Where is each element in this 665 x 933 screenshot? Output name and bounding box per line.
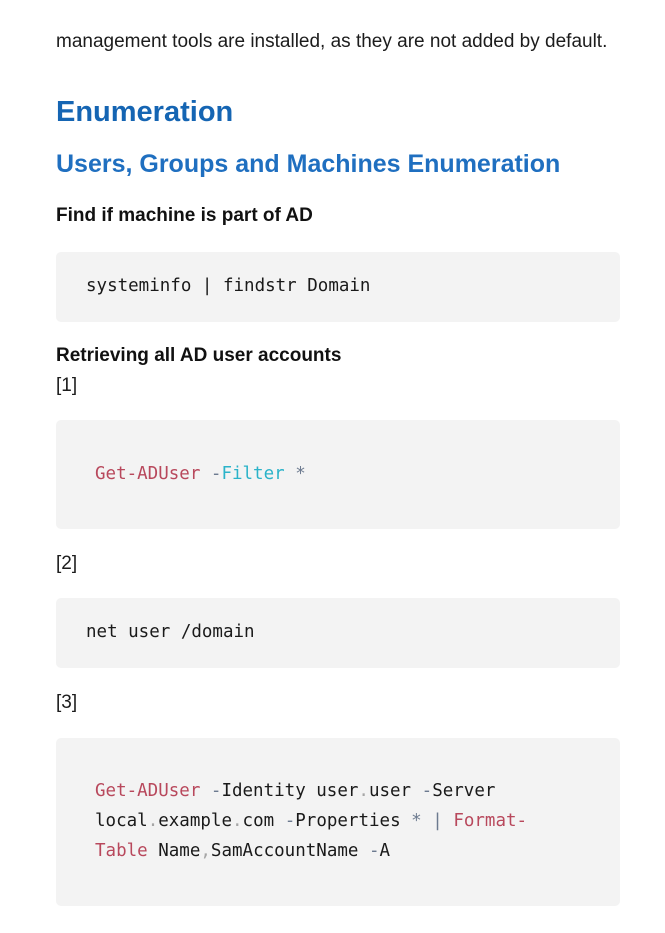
code-token-dash: -: [200, 781, 222, 801]
code-token-dot: .: [147, 811, 159, 831]
code-token-dash: -: [200, 464, 222, 484]
code-token-dot: .: [232, 811, 243, 831]
code-token-text: user: [368, 781, 422, 801]
code-token-text: A: [379, 841, 391, 861]
code-token-operator: * |: [411, 811, 454, 831]
code-token-cmdlet: Get-ADUser: [95, 464, 201, 484]
code-block-net-user[interactable]: net user /domain: [56, 598, 620, 668]
code-token-cmdlet: Table: [95, 841, 148, 861]
code-token-text: Server: [432, 781, 496, 801]
code-token-dash: -: [284, 811, 296, 831]
code-token-text: Properties: [295, 811, 412, 831]
code-block-systeminfo[interactable]: systeminfo | findstr Domain: [56, 252, 620, 322]
code-token-text: SamAccountName: [210, 841, 369, 861]
code-token-operator: *: [284, 464, 306, 484]
code-token-cmdlet: Format-: [453, 811, 528, 831]
code-line-2: local.example.com -Properties * | Format…: [95, 806, 527, 836]
code-token-cmdlet: Get-ADUser: [95, 781, 201, 801]
code-token-text: Name: [147, 841, 201, 861]
reference-1: [1]: [56, 375, 78, 396]
code-block-get-aduser-filter[interactable]: Get-ADUser -Filter *: [56, 420, 620, 529]
code-line: net user /domain: [86, 622, 255, 642]
heading-find-machine: Find if machine is part of AD: [56, 205, 313, 226]
code-token-dot: .: [358, 781, 369, 801]
code-token-text: local: [95, 811, 148, 831]
reference-2: [2]: [56, 553, 78, 574]
code-token-param: Filter: [221, 464, 285, 484]
subsection-title: Users, Groups and Machines Enumeration: [56, 150, 561, 178]
code-token-text: Identity user: [221, 781, 359, 801]
code-line-3: Table Name,SamAccountName -A: [95, 836, 390, 866]
code-token-comma: ,: [200, 841, 211, 861]
section-title: Enumeration: [56, 96, 234, 128]
intro-paragraph: management tools are installed, as they …: [56, 31, 608, 52]
code-token-dash: -: [368, 841, 380, 861]
reference-3: [3]: [56, 692, 78, 713]
code-line: systeminfo | findstr Domain: [86, 276, 371, 296]
code-token-dash: -: [421, 781, 433, 801]
code-token-text: com: [242, 811, 285, 831]
code-line: Get-ADUser -Filter *: [95, 459, 306, 489]
code-block-get-aduser-identity[interactable]: Get-ADUser -Identity user.user -Server l…: [56, 738, 620, 906]
code-token-text: example: [158, 811, 232, 831]
code-line-1: Get-ADUser -Identity user.user -Server: [95, 776, 495, 806]
heading-retrieve-users: Retrieving all AD user accounts: [56, 345, 342, 366]
